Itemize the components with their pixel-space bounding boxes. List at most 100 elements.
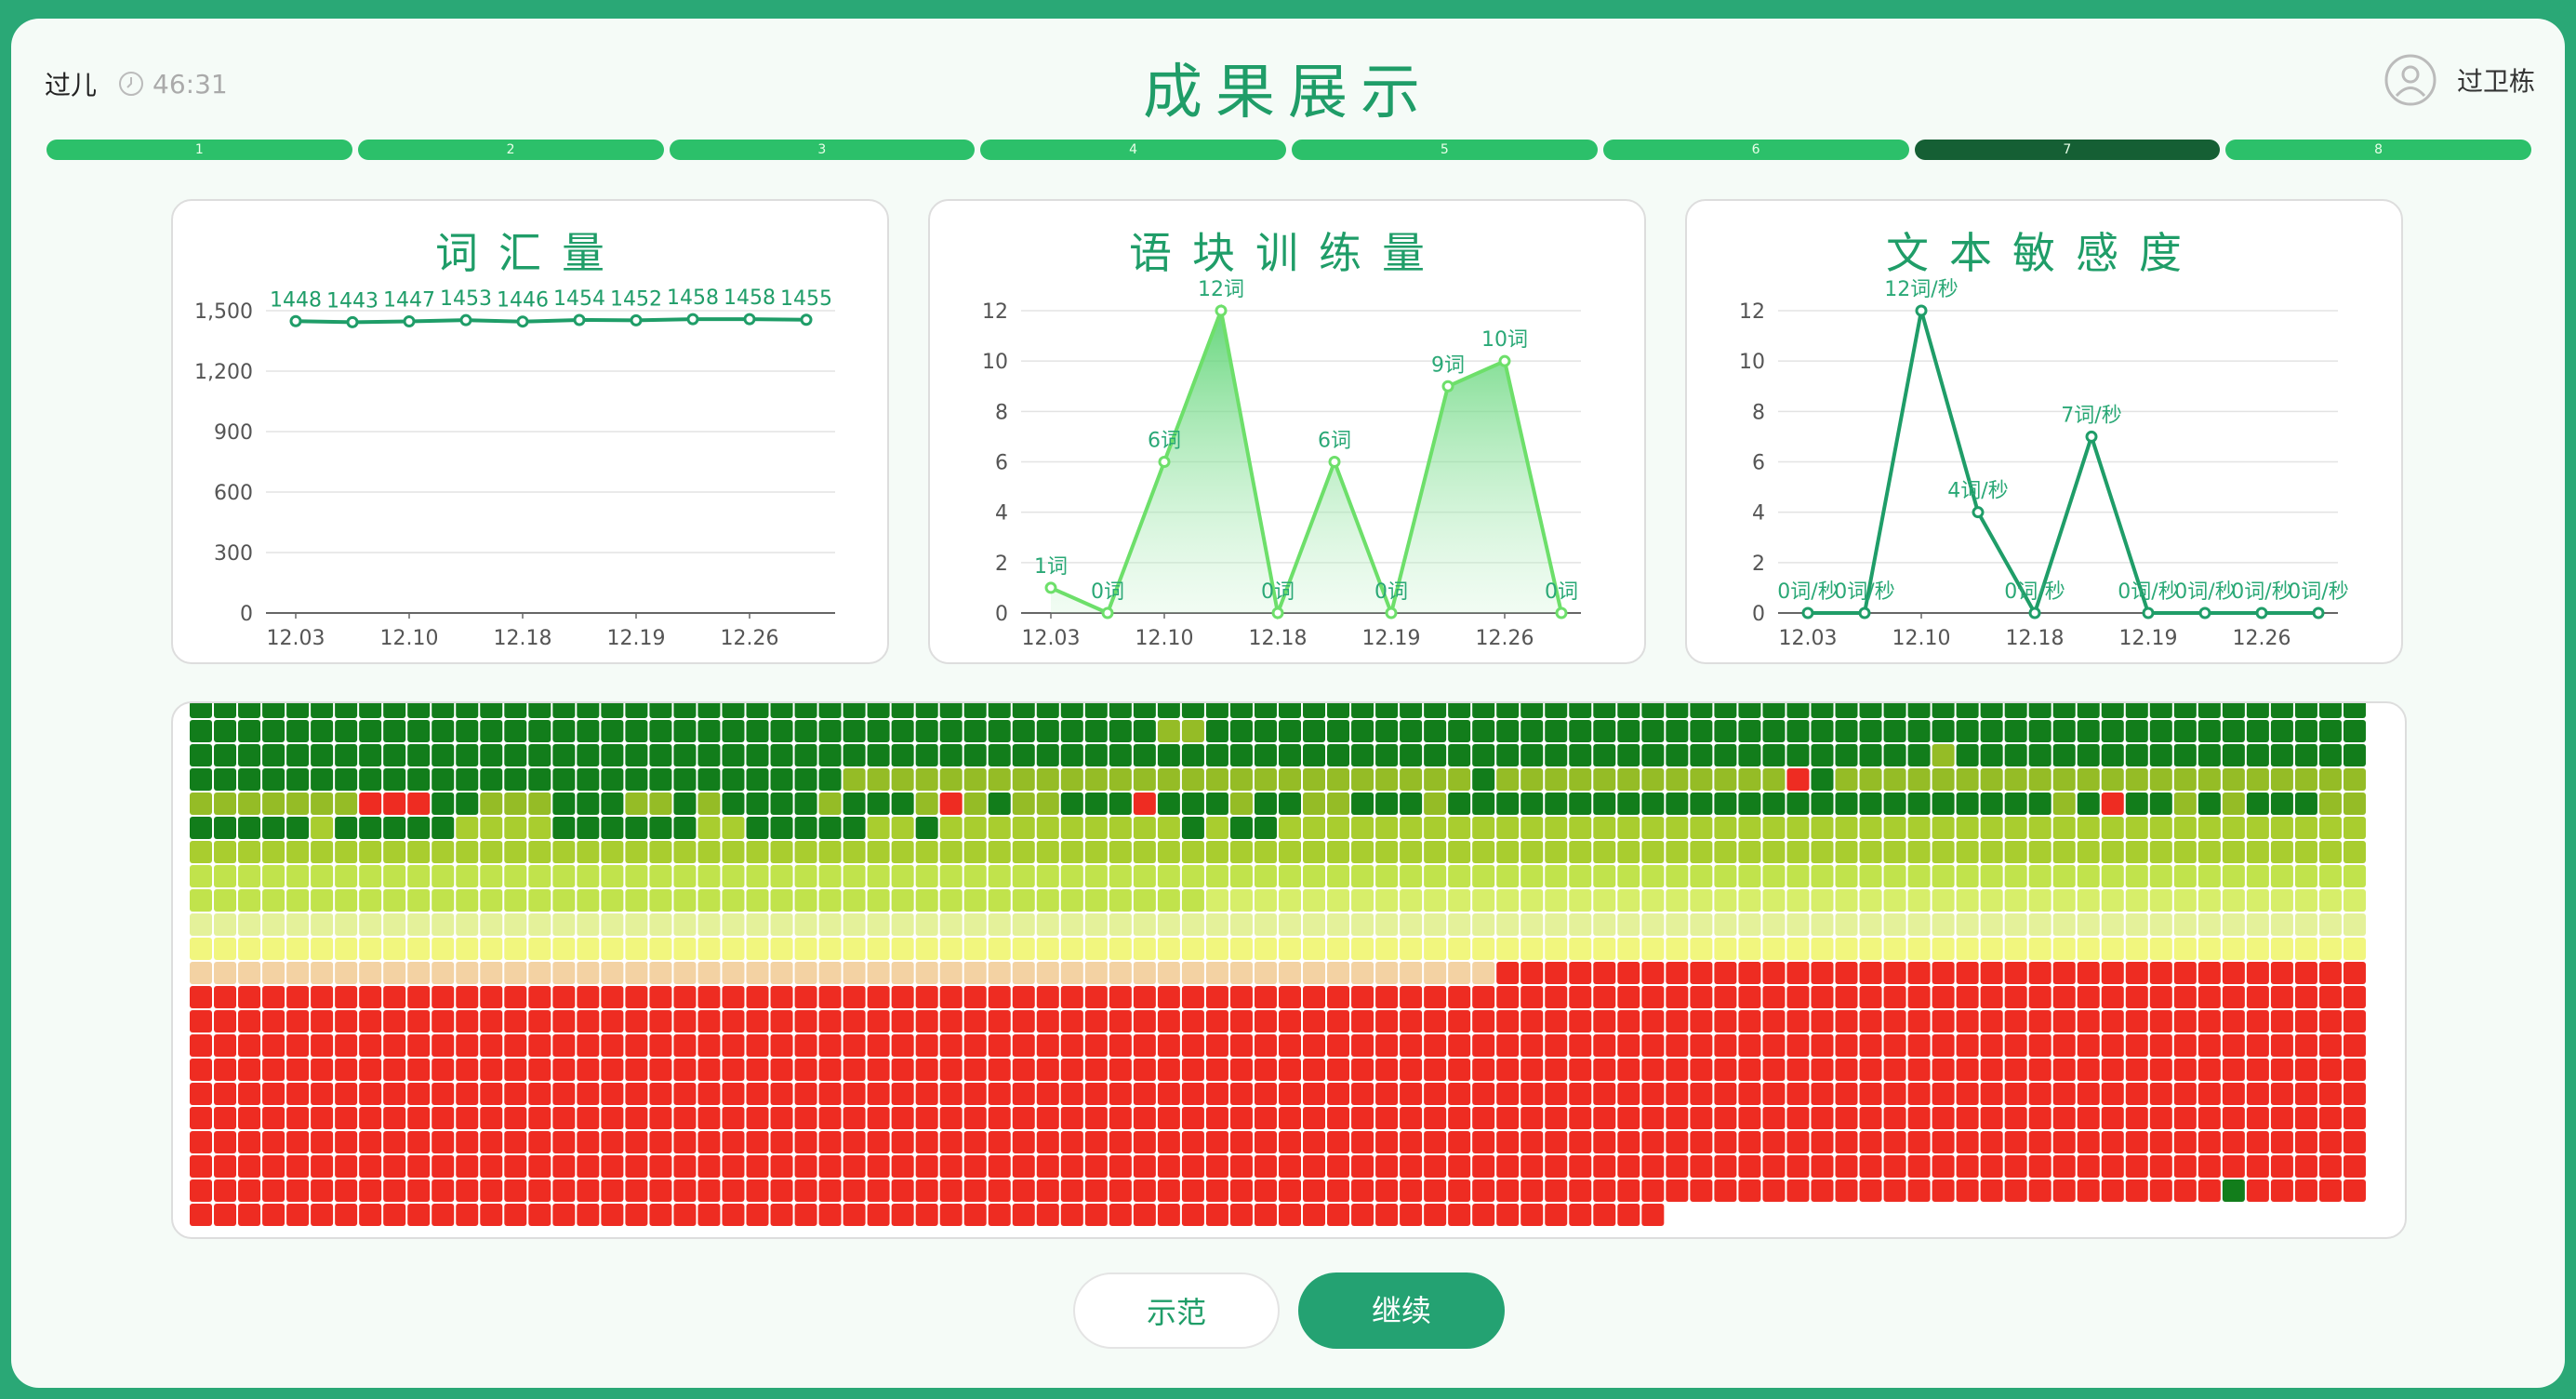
heatmap-cell bbox=[1932, 1034, 1955, 1057]
heatmap-cell bbox=[1617, 1010, 1640, 1033]
heatmap-cell bbox=[286, 1131, 310, 1153]
heatmap-cell bbox=[552, 889, 576, 912]
data-label: 1词 bbox=[1034, 555, 1068, 579]
heatmap-cell bbox=[867, 865, 890, 887]
heatmap-cell bbox=[262, 1204, 285, 1226]
heatmap-cell bbox=[1400, 913, 1423, 936]
heatmap-cell bbox=[383, 1010, 406, 1033]
step-1[interactable]: 1 bbox=[46, 140, 352, 160]
heatmap-cell bbox=[1569, 1083, 1592, 1105]
heatmap-cell bbox=[1545, 703, 1568, 718]
heatmap-cell bbox=[1690, 1179, 1713, 1202]
step-6[interactable]: 6 bbox=[1602, 140, 1909, 160]
heatmap-cell bbox=[1327, 793, 1350, 815]
step-7[interactable]: 7 bbox=[1914, 140, 2221, 160]
heatmap-cell bbox=[1036, 865, 1059, 887]
heatmap-cell bbox=[577, 1059, 600, 1081]
heatmap-cell bbox=[456, 889, 479, 912]
heatmap-cell bbox=[915, 938, 938, 960]
heatmap-cell bbox=[2004, 768, 2027, 791]
heatmap-cell bbox=[1714, 793, 1737, 815]
heatmap-cell bbox=[1133, 865, 1156, 887]
continue-button[interactable]: 继续 bbox=[1298, 1272, 1505, 1349]
y-tick-label: 1,500 bbox=[194, 300, 253, 324]
heatmap-cell bbox=[2343, 720, 2366, 742]
heatmap-cell bbox=[1375, 1204, 1399, 1226]
heatmap-cell bbox=[1907, 938, 1931, 960]
heatmap-cell bbox=[504, 1059, 527, 1081]
heatmap-cell bbox=[1448, 913, 1471, 936]
heatmap-cell bbox=[432, 793, 455, 815]
heatmap-cell bbox=[1012, 1010, 1035, 1033]
step-8[interactable]: 8 bbox=[2225, 140, 2531, 160]
heatmap-cell bbox=[2052, 1034, 2076, 1057]
heatmap-cell bbox=[1835, 841, 1858, 863]
heatmap-cell bbox=[818, 1107, 842, 1129]
heatmap-cell bbox=[1448, 1131, 1471, 1153]
heatmap-cell bbox=[2318, 938, 2342, 960]
heatmap-cell bbox=[407, 720, 431, 742]
heatmap-cell bbox=[2004, 1131, 2027, 1153]
heatmap-cell bbox=[2125, 1107, 2148, 1129]
data-point bbox=[2198, 606, 2211, 620]
heatmap-cell bbox=[2270, 865, 2293, 887]
heatmap-cell bbox=[1762, 1083, 1786, 1105]
heatmap-cell bbox=[1424, 1059, 1447, 1081]
heatmap-cell bbox=[1617, 768, 1640, 791]
heatmap-cell bbox=[770, 1083, 793, 1105]
step-3[interactable]: 3 bbox=[669, 140, 976, 160]
heatmap-cell bbox=[359, 913, 382, 936]
heatmap-cell bbox=[1883, 1010, 1906, 1033]
heatmap-cell bbox=[480, 703, 503, 718]
heatmap-cell bbox=[552, 841, 576, 863]
heatmap-cell bbox=[2101, 744, 2124, 766]
heatmap-cell bbox=[1641, 962, 1665, 984]
data-label: 6词 bbox=[1148, 430, 1181, 453]
heatmap-cell bbox=[818, 744, 842, 766]
heatmap-cell bbox=[262, 841, 285, 863]
heatmap-cell bbox=[1617, 1083, 1640, 1105]
heatmap-cell bbox=[963, 913, 987, 936]
heatmap-cell bbox=[2294, 703, 2317, 718]
heatmap-cell bbox=[1205, 1204, 1228, 1226]
heatmap-cell bbox=[2173, 962, 2197, 984]
heatmap-cell bbox=[1448, 1059, 1471, 1081]
heatmap-cell bbox=[1593, 865, 1616, 887]
heatmap-cell bbox=[407, 865, 431, 887]
heatmap-cell bbox=[673, 1204, 697, 1226]
heatmap-cell bbox=[1980, 1059, 2003, 1081]
heatmap-cell bbox=[1472, 889, 1495, 912]
heatmap-cell bbox=[1835, 889, 1858, 912]
heatmap-cell bbox=[1279, 889, 1301, 912]
heatmap-cell bbox=[238, 1155, 261, 1178]
heatmap-cell bbox=[528, 1034, 551, 1057]
heatmap-cell bbox=[673, 817, 697, 839]
heatmap-cell bbox=[1351, 986, 1374, 1008]
heatmap-cell bbox=[238, 1179, 261, 1202]
heatmap-cell bbox=[214, 962, 237, 984]
step-4[interactable]: 4 bbox=[980, 140, 1286, 160]
heatmap-cell bbox=[1835, 1107, 1858, 1129]
heatmap-cell bbox=[311, 744, 334, 766]
demo-button[interactable]: 示范 bbox=[1073, 1272, 1280, 1349]
heatmap-cell bbox=[2270, 1131, 2293, 1153]
heatmap-cell bbox=[1617, 938, 1640, 960]
heatmap-cell bbox=[2270, 768, 2293, 791]
heatmap-cell bbox=[214, 703, 237, 718]
heatmap-cell bbox=[2125, 865, 2148, 887]
step-2[interactable]: 2 bbox=[357, 140, 664, 160]
user-avatar-icon[interactable] bbox=[2384, 54, 2437, 106]
heatmap-cell bbox=[1157, 938, 1180, 960]
heatmap-cell bbox=[625, 986, 648, 1008]
heatmap-cell bbox=[480, 1155, 503, 1178]
heatmap-cell bbox=[1811, 1010, 1834, 1033]
step-5[interactable]: 5 bbox=[1292, 140, 1598, 160]
heatmap-cell bbox=[407, 1083, 431, 1105]
heatmap-cell bbox=[2173, 768, 2197, 791]
heatmap-cell bbox=[1907, 793, 1931, 815]
heatmap-cell bbox=[1181, 703, 1204, 718]
heatmap-cell bbox=[697, 841, 721, 863]
heatmap-cell bbox=[2149, 1083, 2172, 1105]
heatmap-cell bbox=[1279, 1107, 1301, 1129]
heatmap-cell bbox=[722, 1179, 745, 1202]
